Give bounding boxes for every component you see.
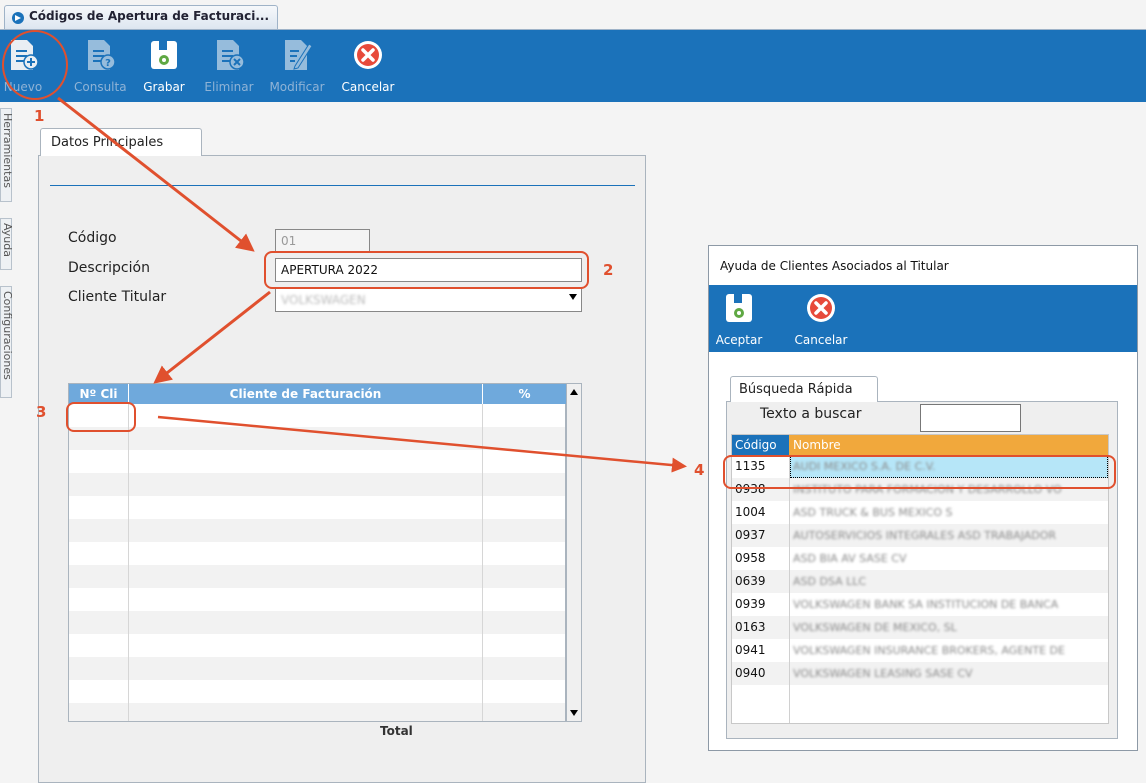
annotation-number-4: 4	[694, 461, 705, 479]
table-row[interactable]	[69, 611, 565, 634]
tab-busqueda-rapida-label: Búsqueda Rápida	[739, 382, 853, 397]
row-name: VOLKSWAGEN INSURANCE BROKERS, AGENTE DE	[793, 644, 1065, 657]
column-header-num-cli[interactable]: Nº Cli	[69, 384, 128, 404]
query-document-icon: ?	[88, 40, 116, 70]
column-header-codigo[interactable]: Código	[732, 435, 789, 455]
search-label: Texto a buscar	[760, 406, 862, 422]
row-code: 0958	[735, 551, 766, 565]
column-header-nombre[interactable]: Nombre	[789, 435, 1108, 455]
annotation-number-2: 2	[603, 261, 614, 279]
row-name: AUTOSERVICIOS INTEGRALES ASD TRABAJADOR	[793, 529, 1057, 542]
table-row[interactable]	[69, 404, 565, 427]
side-tab-help[interactable]: Ayuda	[0, 218, 14, 270]
edit-button[interactable]: Modificar	[266, 30, 328, 102]
cancel-button[interactable]: Cancelar	[340, 30, 396, 102]
scroll-down-icon[interactable]	[570, 710, 578, 716]
column-divider	[789, 455, 790, 723]
delete-document-icon	[217, 40, 245, 70]
grid-scrollbar[interactable]	[566, 383, 582, 722]
save-button[interactable]: Grabar	[138, 30, 190, 102]
row-name: ASD DSA LLC	[793, 575, 867, 588]
row-code: 0163	[735, 620, 766, 634]
table-row[interactable]	[69, 519, 565, 542]
floppy-disk-icon	[151, 41, 177, 69]
cliente-titular-value: VOLKSWAGEN	[281, 293, 366, 307]
side-tab-tools-label: Herramientas	[1, 113, 14, 188]
table-row[interactable]	[69, 450, 565, 473]
cancel-circle-icon	[354, 41, 382, 69]
row-code: 0941	[735, 643, 766, 657]
side-tab-help-label: Ayuda	[1, 223, 14, 257]
annotation-box-num-cli	[66, 402, 136, 432]
accept-button[interactable]: Aceptar	[715, 285, 763, 352]
edit-button-label: Modificar	[269, 80, 325, 94]
accept-button-label: Aceptar	[715, 333, 763, 347]
side-tab-settings-label: Configuraciones	[1, 291, 14, 380]
annotation-circle-nuevo	[2, 30, 68, 100]
row-code: 0939	[735, 597, 766, 611]
edit-document-icon	[285, 40, 313, 70]
annotation-number-3: 3	[36, 403, 47, 421]
dialog-toolbar: Aceptar Cancelar	[709, 285, 1137, 352]
row-code: 0937	[735, 528, 766, 542]
row-code: 1004	[735, 505, 766, 519]
query-button-label: Consulta	[74, 80, 127, 94]
billing-clients-grid[interactable]: Nº Cli Cliente de Facturación %	[68, 383, 566, 722]
cliente-titular-label: Cliente Titular	[68, 289, 167, 305]
table-row[interactable]	[69, 473, 565, 496]
grid-total-label: Total	[380, 724, 413, 738]
dialog-cancel-button[interactable]: Cancelar	[793, 285, 849, 352]
row-name: ASD TRUCK & BUS MEXICO S	[793, 506, 953, 519]
table-row[interactable]	[69, 703, 565, 721]
table-row[interactable]	[69, 680, 565, 703]
column-header-cliente[interactable]: Cliente de Facturación	[128, 384, 482, 404]
annotation-box-selected-row	[723, 455, 1116, 489]
query-button[interactable]: ? Consulta	[74, 30, 127, 102]
table-row[interactable]	[69, 496, 565, 519]
column-divider	[128, 404, 129, 721]
side-tab-tools[interactable]: Herramientas	[0, 108, 14, 202]
column-divider	[482, 404, 483, 721]
side-tab-settings[interactable]: Configuraciones	[0, 286, 14, 398]
table-row[interactable]	[69, 427, 565, 450]
tab-busqueda-rapida[interactable]: Búsqueda Rápida	[730, 376, 878, 402]
tab-datos-principales[interactable]: Datos Principales	[40, 128, 202, 156]
column-header-percent[interactable]: %	[482, 384, 566, 404]
svg-text:?: ?	[105, 58, 111, 69]
search-input[interactable]	[920, 404, 1021, 432]
table-row[interactable]	[69, 542, 565, 565]
window-tab[interactable]: Códigos de Apertura de Facturaci...	[4, 5, 278, 29]
delete-button-label: Eliminar	[204, 80, 254, 94]
row-name: VOLKSWAGEN BANK SA INSTITUCION DE BANCA	[793, 598, 1059, 611]
dialog-title: Ayuda de Clientes Asociados al Titular	[720, 259, 949, 273]
codigo-field[interactable]: 01	[275, 229, 370, 253]
row-code: 0940	[735, 666, 766, 680]
main-toolbar: Nuevo ? Consulta Grabar Eliminar Modific…	[0, 30, 1146, 102]
cancel-circle-icon	[807, 294, 835, 322]
row-name: VOLKSWAGEN DE MEXICO, SL	[793, 621, 957, 634]
table-row[interactable]	[69, 657, 565, 680]
delete-button[interactable]: Eliminar	[202, 30, 256, 102]
floppy-disk-icon	[726, 294, 752, 322]
table-row[interactable]	[69, 634, 565, 657]
annotation-box-descripcion	[264, 251, 589, 289]
app-icon	[12, 12, 24, 24]
descripcion-label: Descripción	[68, 260, 150, 276]
chevron-down-icon	[569, 294, 577, 300]
annotation-number-1: 1	[34, 107, 45, 125]
window-tab-title: Códigos de Apertura de Facturaci...	[29, 9, 270, 23]
scroll-up-icon[interactable]	[570, 389, 578, 395]
table-row[interactable]	[69, 588, 565, 611]
row-code: 0639	[735, 574, 766, 588]
table-row[interactable]	[69, 565, 565, 588]
codigo-label: Código	[68, 230, 117, 246]
tab-datos-principales-label: Datos Principales	[51, 135, 164, 150]
row-name: ASD BIA AV SASE CV	[793, 552, 907, 565]
save-button-label: Grabar	[143, 80, 185, 94]
dialog-cancel-button-label: Cancelar	[794, 333, 848, 347]
cancel-button-label: Cancelar	[341, 80, 395, 94]
cliente-titular-select[interactable]: VOLKSWAGEN	[275, 288, 582, 312]
form-separator	[50, 185, 635, 186]
row-name: VOLKSWAGEN LEASING SASE CV	[793, 667, 973, 680]
